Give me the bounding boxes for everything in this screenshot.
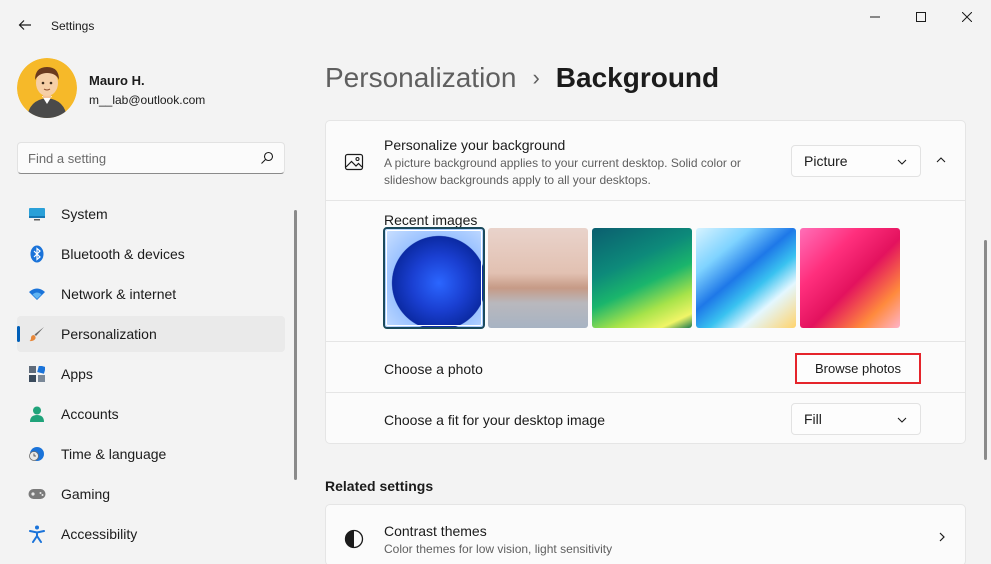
close-icon <box>962 12 972 22</box>
recent-images-label: Recent images <box>384 212 478 228</box>
bluetooth-icon <box>28 245 46 263</box>
recent-images-gallery <box>383 227 904 329</box>
minimize-button[interactable] <box>852 0 898 34</box>
sidebar-item-accounts[interactable]: Accounts <box>17 396 285 432</box>
choose-photo-label: Choose a photo <box>384 361 483 377</box>
title-bar: Settings <box>0 0 991 48</box>
recent-image-desert[interactable] <box>488 228 588 328</box>
brush-icon <box>28 325 46 343</box>
sidebar-scrollbar[interactable] <box>294 210 297 480</box>
sidebar-item-bluetooth[interactable]: Bluetooth & devices <box>17 236 285 272</box>
chevron-up-icon <box>936 157 946 163</box>
contrast-themes-title: Contrast themes <box>384 523 487 539</box>
person-icon <box>28 405 46 423</box>
sidebar-nav: System Bluetooth & devices Network & int… <box>17 196 285 556</box>
sidebar-item-label: Time & language <box>61 446 167 462</box>
search-icon[interactable] <box>260 151 274 165</box>
recent-image-bloom[interactable] <box>383 227 485 329</box>
sidebar-item-label: Bluetooth & devices <box>61 246 185 262</box>
recent-image-aurora[interactable] <box>592 228 692 328</box>
chevron-down-icon <box>897 417 907 423</box>
chevron-down-icon <box>897 159 907 165</box>
browse-photos-button[interactable]: Browse photos <box>795 353 921 384</box>
sidebar-item-label: Network & internet <box>61 286 177 302</box>
recent-image-pink-abstract[interactable] <box>800 228 900 328</box>
maximize-icon <box>916 12 926 22</box>
minimize-icon <box>870 16 880 18</box>
sidebar-item-label: Personalization <box>61 326 157 342</box>
picture-icon <box>344 153 364 171</box>
search-box[interactable] <box>17 142 285 174</box>
personalize-background-description: A picture background applies to your cur… <box>384 156 741 187</box>
background-settings-card: Personalize your background A picture ba… <box>325 120 966 444</box>
monitor-icon <box>28 205 46 223</box>
breadcrumb-parent[interactable]: Personalization <box>325 62 516 94</box>
globe-clock-icon <box>28 445 46 463</box>
user-profile[interactable]: Mauro H. m__lab@outlook.com <box>17 58 287 120</box>
sidebar-item-network[interactable]: Network & internet <box>17 276 285 312</box>
contrast-icon <box>344 529 364 549</box>
sidebar-item-label: Accounts <box>61 406 119 422</box>
back-button[interactable] <box>10 10 40 40</box>
related-settings-heading: Related settings <box>325 478 434 494</box>
sidebar-item-system[interactable]: System <box>17 196 285 232</box>
breadcrumb: Personalization › Background <box>325 58 719 98</box>
sidebar-item-label: Accessibility <box>61 526 138 542</box>
background-type-dropdown[interactable]: Picture <box>791 145 921 177</box>
sidebar-item-label: Apps <box>61 366 93 382</box>
background-type-value: Picture <box>804 153 848 169</box>
recent-image-waves[interactable] <box>696 228 796 328</box>
divider <box>326 341 965 342</box>
contrast-themes-card[interactable]: Contrast themes Color themes for low vis… <box>325 504 966 564</box>
apps-icon <box>28 365 46 383</box>
page-title: Background <box>555 62 720 93</box>
contrast-themes-description: Color themes for low vision, light sensi… <box>384 542 613 556</box>
accessibility-icon <box>28 525 46 543</box>
sidebar-item-time-language[interactable]: Time & language <box>17 436 285 472</box>
sidebar-item-label: System <box>61 206 108 222</box>
fit-value: Fill <box>804 411 822 427</box>
divider <box>326 200 965 201</box>
user-email: m__lab@outlook.com <box>89 93 206 107</box>
chevron-right-icon <box>939 532 945 542</box>
personalize-background-title: Personalize your background <box>384 137 566 153</box>
close-button[interactable] <box>944 0 990 34</box>
app-title: Settings <box>51 19 95 33</box>
maximize-button[interactable] <box>898 0 944 34</box>
search-input[interactable] <box>18 143 254 173</box>
collapse-button[interactable] <box>930 149 952 171</box>
sidebar-item-apps[interactable]: Apps <box>17 356 285 392</box>
sidebar-item-personalization[interactable]: Personalization <box>17 316 285 352</box>
gamepad-icon <box>28 485 46 503</box>
divider <box>326 392 965 393</box>
user-name: Mauro H. <box>89 73 145 88</box>
fit-dropdown[interactable]: Fill <box>791 403 921 435</box>
sidebar-item-gaming[interactable]: Gaming <box>17 476 285 512</box>
avatar <box>17 58 77 118</box>
sidebar-item-accessibility[interactable]: Accessibility <box>17 516 285 552</box>
fit-label: Choose a fit for your desktop image <box>384 412 606 428</box>
breadcrumb-separator: › <box>532 65 540 90</box>
back-arrow-icon <box>18 20 31 30</box>
wifi-icon <box>28 285 46 303</box>
main-scrollbar[interactable] <box>984 240 987 460</box>
sidebar-item-label: Gaming <box>61 486 111 502</box>
